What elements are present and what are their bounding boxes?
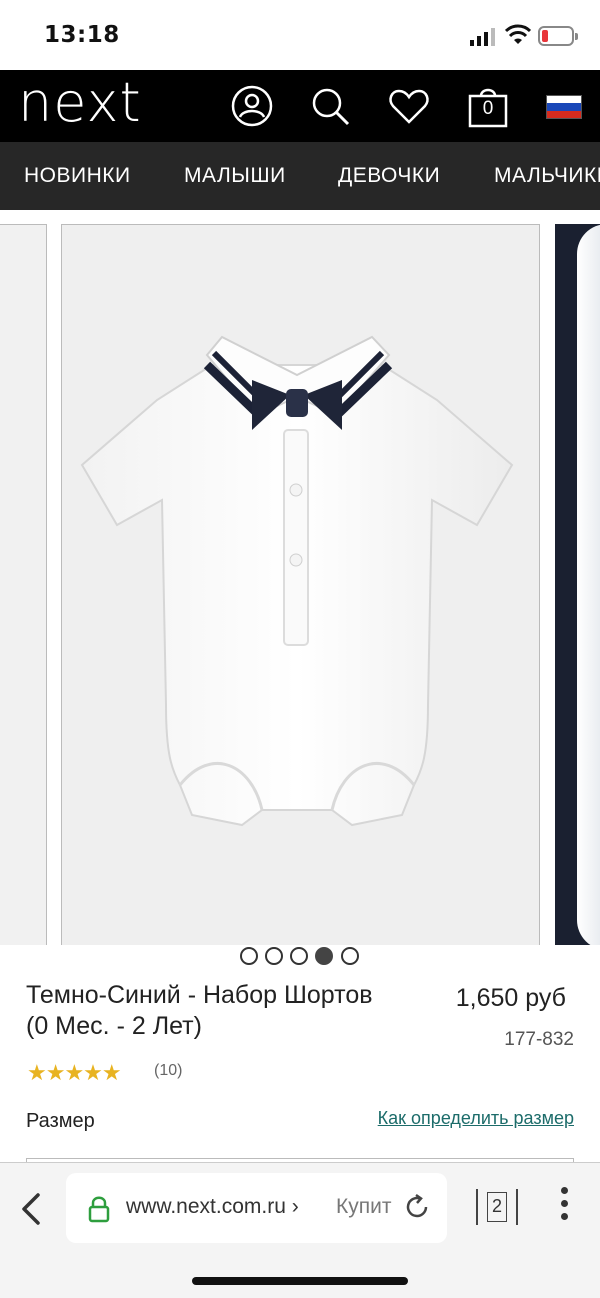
nav-item-malyshi[interactable]: МАЛЫШИ xyxy=(184,164,286,188)
review-count[interactable]: (10) xyxy=(154,1062,182,1080)
nav-item-malchiki[interactable]: МАЛЬЧИКИ xyxy=(494,164,600,188)
reload-icon[interactable] xyxy=(402,1192,432,1222)
rating-stars[interactable]: ★★★★★ xyxy=(27,1060,122,1086)
pagination-dot-active[interactable] xyxy=(315,947,333,965)
nav-item-novinki[interactable]: НОВИНКИ xyxy=(24,164,131,188)
more-menu-icon[interactable] xyxy=(558,1187,570,1227)
browser-toolbar: www.next.com.ru › Купит 2 xyxy=(0,1162,600,1298)
url-text: www.next.com.ru › xyxy=(126,1195,299,1218)
search-icon[interactable] xyxy=(308,84,352,128)
product-price: 1,650 руб xyxy=(455,984,566,1012)
signal-icon xyxy=(470,28,495,46)
clock: 13:18 xyxy=(44,22,120,48)
bag-icon[interactable]: 0 xyxy=(466,84,510,128)
battery-icon xyxy=(538,26,578,46)
size-guide-link[interactable]: Как определить размер xyxy=(378,1108,574,1129)
pagination-dot[interactable] xyxy=(341,947,359,965)
category-nav: НОВИНКИ МАЛЫШИ ДЕВОЧКИ МАЛЬЧИКИ xyxy=(0,142,600,210)
nav-item-devochki[interactable]: ДЕВОЧКИ xyxy=(338,164,440,188)
gallery-next-slide[interactable] xyxy=(555,224,600,945)
product-sku: 177-832 xyxy=(504,1029,574,1050)
pagination-dot[interactable] xyxy=(265,947,283,965)
wifi-icon xyxy=(505,24,531,44)
back-icon[interactable] xyxy=(16,1189,46,1229)
product-title: Темно-Синий - Набор Шортов (0 Мес. - 2 Л… xyxy=(26,981,373,1040)
address-bar[interactable]: www.next.com.ru › Купит xyxy=(66,1173,447,1243)
size-label: Размер xyxy=(26,1110,95,1132)
home-indicator xyxy=(192,1277,408,1285)
pagination-dot[interactable] xyxy=(290,947,308,965)
site-header: next 0 xyxy=(0,70,600,142)
next-logo[interactable]: next xyxy=(18,72,142,134)
heart-icon[interactable] xyxy=(387,84,431,128)
bag-count: 0 xyxy=(482,98,494,119)
status-bar: 13:18 xyxy=(0,0,600,70)
product-gallery[interactable] xyxy=(0,210,600,945)
pagination-dot[interactable] xyxy=(240,947,258,965)
tab-count: 2 xyxy=(487,1192,507,1222)
bodysuit-illustration xyxy=(80,335,514,827)
tabs-button[interactable]: 2 xyxy=(474,1187,520,1227)
gallery-prev-slide[interactable] xyxy=(0,224,47,945)
russia-flag-icon[interactable] xyxy=(546,95,582,119)
product-image[interactable] xyxy=(61,224,540,945)
lock-icon xyxy=(88,1196,110,1223)
account-icon[interactable] xyxy=(230,84,274,128)
